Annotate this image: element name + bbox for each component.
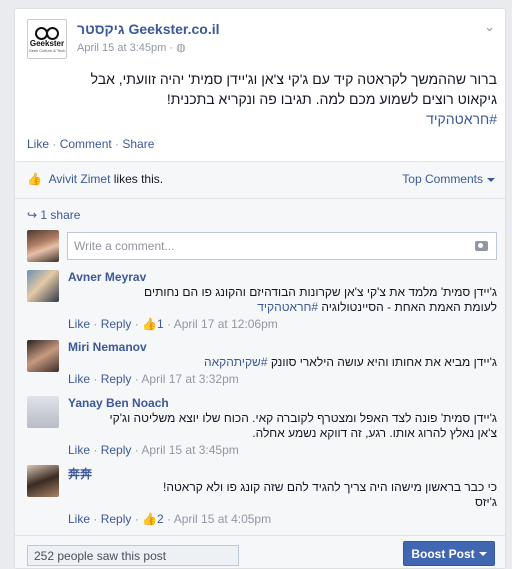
chevron-down-icon[interactable]: ⌄: [484, 19, 495, 35]
comment-meta: Like · Reply · April 15 at 3:45pm: [68, 443, 239, 457]
caret-down-icon: [478, 551, 487, 556]
comment-likes-count[interactable]: 2: [157, 512, 164, 526]
comment-text: ג'יידן סמית' פונה לצד האפל ומצטרף לקוברה…: [68, 411, 497, 441]
comment-text-line: ג'יידן סמית' מלמד את צ'קי צ'אן שקרונות ה…: [144, 285, 497, 299]
commenter-name[interactable]: Yanay Ben Noach: [68, 396, 169, 410]
comment-text: כי כבר בראשון מישהו היה צריך להגיד להם ש…: [68, 480, 497, 510]
comment-like-link[interactable]: Like: [68, 317, 90, 331]
comment-hashtag[interactable]: #חראטהקיד: [257, 300, 318, 314]
avatar[interactable]: [27, 270, 59, 302]
separator-dot: ·: [163, 317, 174, 331]
comment-text-line: כי כבר בראשון מישהו היה צריך להגיד להם ש…: [163, 480, 497, 494]
comment-link[interactable]: Comment: [60, 137, 112, 151]
avatar[interactable]: [27, 465, 59, 497]
separator-dot: ·: [131, 317, 143, 331]
post-text: ברור שההמשך לקראטה קיד עם ג'קי צ'אן וג'י…: [27, 69, 497, 129]
post-meta: April 15 at 3:45pm · ◍: [77, 41, 186, 54]
comment-item: Avner Meyrav ג'יידן סמית' מלמד את צ'קי צ…: [27, 270, 497, 332]
comment-text-fragment: ג'יידן מביא את אחותו והיא עושה הילארי סו…: [267, 355, 497, 369]
comment-meta: Like · Reply · 👍2 · April 15 at 4:05pm: [68, 512, 271, 526]
comment-timestamp[interactable]: April 17 at 3:32pm: [141, 372, 238, 386]
separator-dot: ·: [163, 512, 174, 526]
comment-text-line: ג'יזס: [475, 495, 497, 509]
logo-text: Geekster: [29, 38, 65, 48]
shares-count: 1 share: [40, 208, 81, 222]
comment-hashtag[interactable]: #שקיתהקאה: [204, 355, 268, 369]
feedback-section: 👍 Avivit Zimet likes this. Top Comments …: [15, 161, 505, 568]
comment-item: 奔奔 כי כבר בראשון מישהו היה צריך להגיד לה…: [27, 465, 497, 527]
commenter-name[interactable]: Miri Nemanov: [68, 340, 147, 354]
post-actions: Like · Comment · Share: [27, 137, 154, 151]
comment-reply-link[interactable]: Reply: [101, 372, 132, 386]
comment-timestamp[interactable]: April 15 at 3:45pm: [141, 443, 238, 457]
comment-composer: Write a comment...: [27, 230, 497, 264]
comment-meta: Like · Reply · April 17 at 3:32pm: [68, 372, 239, 386]
separator-dot: ·: [90, 443, 101, 457]
comment-like-link[interactable]: Like: [68, 512, 90, 526]
comment-item: Yanay Ben Noach ג'יידן סמית' פונה לצד הא…: [27, 396, 497, 458]
globe-icon[interactable]: ◍: [176, 42, 186, 54]
like-link[interactable]: Like: [27, 137, 49, 151]
comment-text: ג'יידן מביא את אחותו והיא עושה הילארי סו…: [68, 355, 497, 370]
comment-meta: Like · Reply · 👍1 · April 17 at 12:06pm: [68, 317, 278, 331]
comment-input[interactable]: Write a comment...: [67, 232, 497, 260]
logo-subtext: Geek Culture & Tech: [28, 47, 66, 53]
page-name-link[interactable]: גיקסטר Geekster.co.il: [77, 21, 220, 37]
comment-likes-count[interactable]: 1: [157, 317, 164, 331]
separator-dot: ·: [90, 317, 101, 331]
comment-text-line: לעומת האמת האחת - הסיינטולוגיה #חראטהקיד: [68, 300, 497, 315]
boost-label: Boost Post: [411, 546, 475, 561]
avatar[interactable]: [27, 230, 59, 262]
commenter-name[interactable]: Avner Meyrav: [68, 270, 146, 284]
separator-dot: ·: [90, 512, 101, 526]
share-arrow-icon: ↪: [27, 208, 38, 222]
post-footer: 252 people saw this post Boost Post: [15, 535, 505, 568]
comment-item: Miri Nemanov ג'יידן מביא את אחותו והיא ע…: [27, 340, 497, 390]
separator-dot: ·: [90, 372, 101, 386]
likes-suffix: likes this.: [110, 172, 164, 186]
share-link[interactable]: Share: [122, 137, 154, 151]
liker-name[interactable]: Avivit Zimet: [49, 172, 111, 186]
comment-text-fragment: לעומת האמת האחת - הסיינטולוגיה: [318, 300, 497, 314]
camera-icon[interactable]: [475, 241, 488, 251]
post-card: Geekster Geek Culture & Tech גיקסטר Geek…: [14, 8, 506, 569]
comment-text-line: צ'אן נאלץ להרוג אותו. רגע, זה דווקא נשמע…: [252, 426, 497, 440]
comment-timestamp[interactable]: April 15 at 4:05pm: [174, 512, 271, 526]
comment-text: ג'יידן סמית' מלמד את צ'קי צ'אן שקרונות ה…: [68, 285, 497, 315]
page-avatar[interactable]: Geekster Geek Culture & Tech: [27, 19, 67, 59]
separator-dot: ·: [49, 137, 60, 151]
comment-like-link[interactable]: Like: [68, 372, 90, 386]
comment-text-line: ג'יידן סמית' פונה לצד האפל ומצטרף לקוברה…: [109, 411, 497, 425]
comment-reply-link[interactable]: Reply: [101, 443, 132, 457]
thumbs-up-icon: 👍: [142, 317, 157, 331]
likes-summary: 👍 Avivit Zimet likes this. Top Comments: [27, 172, 495, 190]
separator-dot: ·: [131, 372, 142, 386]
thumbs-up-icon: 👍: [27, 172, 42, 186]
caret-down-icon: [487, 177, 495, 182]
comment-text-line: ג'יידן מביא את אחותו והיא עושה הילארי סו…: [68, 355, 497, 370]
post-text-line: גיקאוט רוצים לשמוע מכם למה. תגיבו פה ונק…: [166, 91, 497, 107]
post-text-line: ברור שההמשך לקראטה קיד עם ג'קי צ'אן וג'י…: [90, 71, 497, 87]
comment-timestamp[interactable]: April 17 at 12:06pm: [174, 317, 278, 331]
post-header: Geekster Geek Culture & Tech גיקסטר Geek…: [27, 19, 497, 59]
thumbs-up-icon: 👍: [142, 512, 157, 526]
post-timestamp[interactable]: April 15 at 3:45pm: [77, 42, 166, 54]
separator-dot: ·: [111, 137, 123, 151]
top-comments-dropdown[interactable]: Top Comments: [402, 172, 495, 186]
glasses-logo-icon: [34, 26, 60, 40]
comment-reply-link[interactable]: Reply: [101, 317, 132, 331]
separator-dot: ·: [131, 512, 143, 526]
comment-reply-link[interactable]: Reply: [101, 512, 132, 526]
avatar[interactable]: [27, 396, 59, 428]
boost-post-button[interactable]: Boost Post: [403, 541, 495, 566]
reach-counter[interactable]: 252 people saw this post: [27, 545, 239, 566]
comment-like-link[interactable]: Like: [68, 443, 90, 457]
avatar[interactable]: [27, 340, 59, 372]
shares-row[interactable]: ↪ 1 share: [15, 198, 505, 231]
separator-dot: ·: [131, 443, 142, 457]
comment-placeholder: Write a comment...: [74, 239, 175, 253]
top-comments-label: Top Comments: [402, 172, 483, 186]
post-hashtag[interactable]: #חראטהקיד: [27, 109, 497, 129]
